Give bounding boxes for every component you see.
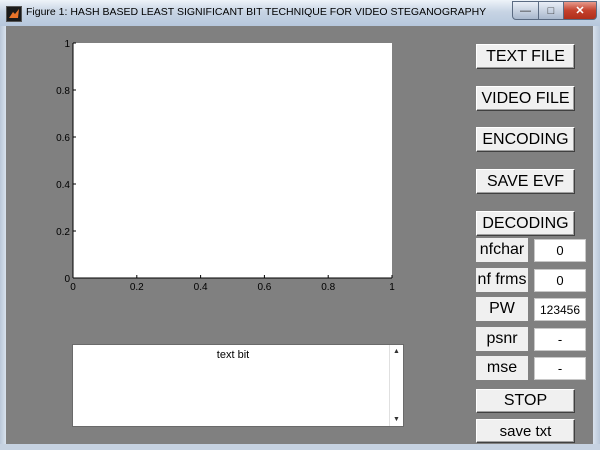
- nfchar-field[interactable]: 0: [534, 239, 586, 262]
- text-file-button[interactable]: TEXT FILE: [476, 44, 575, 69]
- text-bit-content: text bit: [216, 349, 250, 361]
- x-tick-label: 0: [70, 282, 76, 293]
- close-icon: ✕: [575, 5, 585, 17]
- x-tick-label: 1: [389, 282, 395, 293]
- y-tick-label: 0.2: [56, 227, 70, 238]
- x-tick-label: 0.6: [257, 282, 271, 293]
- vertical-scrollbar[interactable]: ▲ ▼: [389, 345, 403, 426]
- y-tick-label: 0: [64, 274, 70, 285]
- close-button[interactable]: ✕: [563, 1, 597, 20]
- mse-label: mse: [476, 356, 528, 380]
- window-title: Figure 1: HASH BASED LEAST SIGNIFICANT B…: [26, 6, 487, 18]
- x-tick-label: 0.8: [321, 282, 335, 293]
- mse-field[interactable]: -: [534, 357, 586, 380]
- window-frame-right: [593, 26, 600, 450]
- video-file-button[interactable]: VIDEO FILE: [476, 86, 575, 111]
- psnr-label: psnr: [476, 327, 528, 351]
- nfchar-label: nfchar: [476, 238, 528, 262]
- save-txt-button[interactable]: save txt: [476, 419, 575, 443]
- pw-label: PW: [476, 297, 528, 321]
- x-tick-label: 0.2: [130, 282, 144, 293]
- y-tick-label: 0.6: [56, 133, 70, 144]
- y-tick-label: 0.8: [56, 86, 70, 97]
- matlab-icon: [6, 6, 22, 22]
- y-tick-label: 0.4: [56, 180, 70, 191]
- stop-button[interactable]: STOP: [476, 389, 575, 413]
- scroll-up-arrow-icon[interactable]: ▲: [390, 345, 403, 358]
- plot-area: [73, 43, 392, 278]
- window-frame-bottom: [0, 444, 600, 450]
- minimize-button[interactable]: —: [512, 1, 539, 20]
- minimize-icon: —: [520, 4, 531, 17]
- pw-field[interactable]: 123456: [534, 298, 586, 321]
- scroll-down-arrow-icon[interactable]: ▼: [390, 413, 403, 426]
- nf-frms-label: nf frms: [476, 268, 528, 292]
- x-tick-label: 0.4: [194, 282, 208, 293]
- save-evf-button[interactable]: SAVE EVF: [476, 169, 575, 194]
- encoding-button[interactable]: ENCODING: [476, 127, 575, 152]
- decoding-button[interactable]: DECODING: [476, 211, 575, 236]
- text-bit-listbox[interactable]: text bit ▲ ▼: [72, 344, 404, 427]
- psnr-field[interactable]: -: [534, 328, 586, 351]
- title-bar: Figure 1: HASH BASED LEAST SIGNIFICANT B…: [0, 0, 600, 27]
- figure-canvas: 0 0.2 0.4 0.6 0.8 1 0 0.2 0.4 0.6 0.8 1 text bit ▲…: [6, 26, 593, 444]
- nf-frms-field[interactable]: 0: [534, 269, 586, 292]
- maximize-icon: □: [547, 4, 555, 17]
- maximize-button[interactable]: □: [538, 1, 564, 20]
- y-tick-label: 1: [64, 39, 70, 50]
